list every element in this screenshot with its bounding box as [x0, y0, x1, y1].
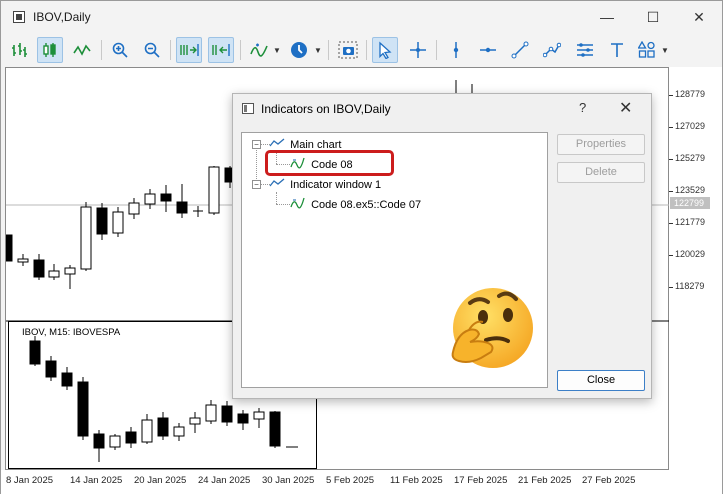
main-chart-expander[interactable]: −	[252, 140, 261, 149]
vertical-line-icon[interactable]	[443, 37, 469, 63]
date-label: 27 Feb 2025	[582, 475, 636, 486]
dialog-close-button[interactable]: ✕	[619, 98, 632, 118]
properties-button[interactable]: Properties	[557, 134, 645, 155]
price-tick	[669, 191, 673, 192]
date-axis: 8 Jan 2025 14 Jan 2025 20 Jan 2025 24 Ja…	[1, 470, 722, 494]
bar-chart-icon[interactable]	[6, 37, 32, 63]
price-scale[interactable]: 128779 127029 125279 123529 122799 12177…	[669, 67, 722, 470]
chart-window-icon	[269, 138, 285, 147]
price-tick	[669, 223, 673, 224]
date-label: 8 Jan 2025	[6, 475, 54, 486]
crosshair-icon[interactable]	[405, 37, 431, 63]
date-label: 30 Jan 2025	[262, 475, 315, 486]
dialog-icon	[242, 103, 254, 114]
price-tick	[669, 95, 673, 96]
shapes-dropdown-icon[interactable]: ▼	[661, 46, 669, 55]
delete-button[interactable]: Delete	[557, 162, 645, 183]
tree-item-label: Indicator window 1	[290, 179, 382, 191]
date-label: 11 Feb 2025	[390, 475, 443, 486]
tree-connector	[276, 204, 290, 205]
chart-window-icon	[269, 178, 285, 187]
date-label: 5 Feb 2025	[326, 475, 375, 486]
toolbar-separator	[366, 40, 367, 60]
text-icon[interactable]	[604, 37, 630, 63]
indicators-icon[interactable]	[246, 37, 272, 63]
date-label: 14 Jan 2025	[70, 475, 123, 486]
indicator-window-expander[interactable]: −	[252, 180, 261, 189]
date-label: 20 Jan 2025	[134, 475, 187, 486]
price-tick	[669, 159, 673, 160]
price-label: 123529	[675, 185, 706, 195]
dialog-title: Indicators on IBOV,Daily	[261, 102, 391, 116]
toolbar-separator	[436, 40, 437, 60]
indicator-icon	[290, 197, 305, 209]
date-label: 21 Feb 2025	[518, 475, 572, 486]
auto-scroll-icon[interactable]	[176, 37, 202, 63]
zoom-in-icon[interactable]	[107, 37, 133, 63]
price-label: 121779	[675, 217, 706, 227]
tree-connector	[276, 192, 277, 204]
screenshot-icon[interactable]	[335, 37, 361, 63]
price-label: 120029	[675, 249, 706, 259]
price-label: 128779	[675, 89, 706, 99]
tree-item-indicator-window[interactable]: Indicator window 1	[269, 177, 381, 191]
toolbar-separator	[328, 40, 329, 60]
minimize-button[interactable]: —	[584, 1, 630, 33]
line-chart-icon[interactable]	[69, 37, 95, 63]
indicators-dropdown-icon[interactable]: ▼	[273, 46, 281, 55]
help-button[interactable]: ?	[579, 100, 586, 115]
price-tick	[669, 127, 673, 128]
close-window-button[interactable]: ✕	[676, 1, 722, 33]
price-label: 127029	[675, 121, 706, 131]
toolbar: ▼ ▼ ▼	[1, 34, 722, 66]
subwindow-label: IBOV, M15: IBOVESPA	[22, 327, 121, 338]
tree-item-label: Code 08.ex5::Code 07	[311, 199, 422, 211]
toolbar-separator	[170, 40, 171, 60]
chart-shift-icon[interactable]	[208, 37, 234, 63]
window-title: IBOV,Daily	[33, 10, 91, 24]
toolbar-separator	[240, 40, 241, 60]
shapes-icon[interactable]	[634, 37, 660, 63]
date-label: 17 Feb 2025	[454, 475, 508, 486]
maximize-button[interactable]: ☐	[630, 1, 676, 33]
toolbar-separator	[101, 40, 102, 60]
current-price-label: 122799	[670, 197, 710, 209]
cursor-icon[interactable]	[372, 37, 398, 63]
fibonacci-icon[interactable]	[572, 37, 598, 63]
tree-item-main-chart[interactable]: Main chart	[269, 137, 341, 151]
candlestick-icon[interactable]	[37, 37, 63, 63]
price-tick	[669, 255, 673, 256]
app-icon	[13, 11, 25, 23]
price-tick	[669, 287, 673, 288]
title-bar: IBOV,Daily — ☐ ✕	[1, 1, 722, 34]
channel-icon[interactable]	[539, 37, 565, 63]
periods-icon[interactable]	[286, 37, 312, 63]
date-label: 24 Jan 2025	[198, 475, 251, 486]
indicators-dialog: Indicators on IBOV,Daily ? ✕ − Main char…	[232, 93, 652, 399]
periods-dropdown-icon[interactable]: ▼	[314, 46, 322, 55]
price-label: 125279	[675, 153, 706, 163]
close-button[interactable]: Close	[557, 370, 645, 391]
price-label: 118279	[675, 281, 705, 291]
horizontal-line-icon[interactable]	[475, 37, 501, 63]
zoom-out-icon[interactable]	[139, 37, 165, 63]
thinking-face-emoji	[451, 288, 533, 368]
trendline-icon[interactable]	[507, 37, 533, 63]
highlight-annotation	[265, 150, 394, 176]
tree-item-code-08-ex5[interactable]: Code 08.ex5::Code 07	[290, 197, 421, 211]
